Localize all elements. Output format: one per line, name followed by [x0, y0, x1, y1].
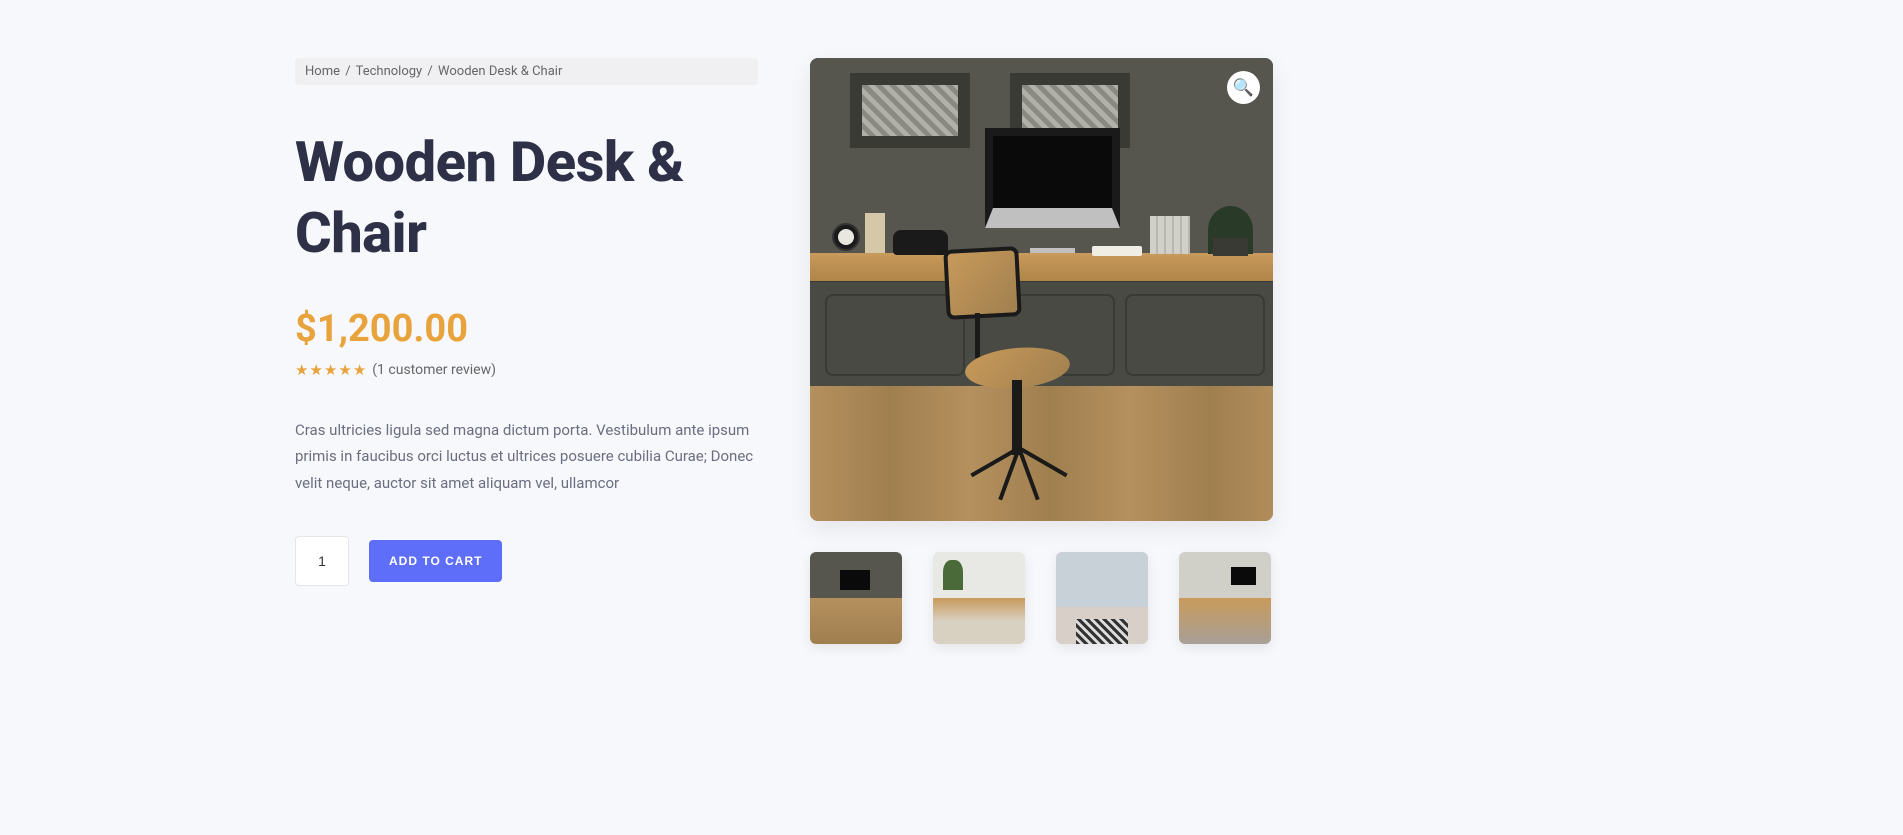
thumbnail-1[interactable] — [810, 552, 902, 644]
rating-row: ★ ★ ★ ★ ★ (1 customer review) — [295, 361, 758, 379]
breadcrumb: Home / Technology / Wooden Desk & Chair — [295, 58, 758, 85]
breadcrumb-technology[interactable]: Technology — [356, 64, 423, 79]
star-icon: ★ — [295, 361, 308, 379]
star-icon: ★ — [309, 361, 322, 379]
star-rating: ★ ★ ★ ★ ★ — [295, 361, 366, 379]
star-icon: ★ — [353, 361, 366, 379]
thumbnail-row — [810, 552, 1273, 644]
product-price: $1,200.00 — [295, 307, 758, 351]
product-page: Home / Technology / Wooden Desk & Chair … — [0, 0, 1903, 694]
main-image-wrapper: 🔍 — [810, 58, 1273, 521]
breadcrumb-home[interactable]: Home — [305, 64, 340, 79]
price-value: 1,200.00 — [317, 307, 468, 351]
breadcrumb-separator: / — [345, 64, 350, 79]
thumbnail-2[interactable] — [933, 552, 1025, 644]
quantity-input[interactable] — [295, 536, 349, 586]
breadcrumb-separator: / — [427, 64, 432, 79]
product-gallery: 🔍 — [810, 58, 1273, 644]
zoom-icon[interactable]: 🔍 — [1227, 71, 1260, 104]
star-icon: ★ — [338, 361, 351, 379]
thumbnail-image — [1056, 552, 1148, 644]
product-details: Home / Technology / Wooden Desk & Chair … — [295, 58, 758, 644]
star-icon: ★ — [324, 361, 337, 379]
thumbnail-image — [933, 552, 1025, 644]
thumbnail-4[interactable] — [1179, 552, 1271, 644]
thumbnail-image — [1179, 552, 1271, 644]
thumbnail-image — [810, 552, 902, 644]
add-to-cart-row: ADD TO CART — [295, 536, 758, 586]
product-title: Wooden Desk & Chair — [295, 127, 758, 269]
currency-symbol: $ — [295, 307, 317, 351]
breadcrumb-current: Wooden Desk & Chair — [438, 64, 562, 79]
product-main-image[interactable] — [810, 58, 1273, 521]
thumbnail-3[interactable] — [1056, 552, 1148, 644]
add-to-cart-button[interactable]: ADD TO CART — [369, 540, 502, 582]
review-count-link[interactable]: (1 customer review) — [372, 362, 496, 378]
product-description: Cras ultricies ligula sed magna dictum p… — [295, 417, 758, 496]
